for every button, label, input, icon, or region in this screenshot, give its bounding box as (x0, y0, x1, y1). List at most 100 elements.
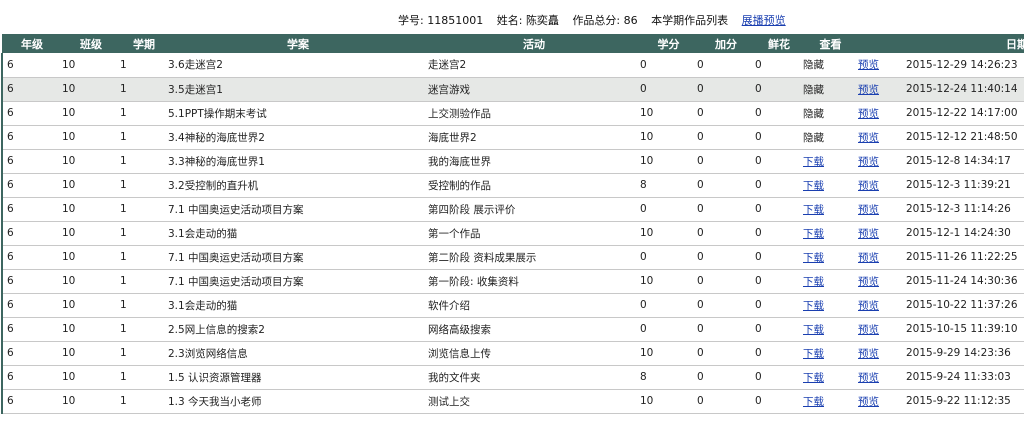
cell-score: 10 (640, 131, 654, 143)
student-name: 姓名: 陈奕矗 (496, 14, 559, 27)
cell-class: 10 (62, 83, 76, 95)
cell-preview[interactable]: 预览 (858, 221, 906, 245)
preview-link[interactable]: 预览 (858, 372, 879, 384)
cell-score: 0 (640, 203, 647, 215)
cell-preview[interactable]: 预览 (858, 365, 906, 389)
download-link[interactable]: 下载 (803, 252, 824, 264)
cell-date: 2015-12-3 11:14:26 (906, 203, 1011, 215)
list-title: 本学期作品列表 (651, 14, 729, 27)
cell-view[interactable]: 下载 (803, 197, 858, 221)
download-link[interactable]: 下载 (803, 372, 824, 384)
cell-view[interactable]: 下载 (803, 221, 858, 245)
cell-bonus: 0 (697, 155, 704, 167)
cell-class: 10 (62, 371, 76, 383)
cell-view[interactable]: 下载 (803, 293, 858, 317)
cell-score: 8 (640, 371, 647, 383)
cell-preview[interactable]: 预览 (858, 149, 906, 173)
download-link[interactable]: 下载 (803, 276, 824, 288)
cell-preview[interactable]: 预览 (858, 125, 906, 149)
cell-activity: 我的海底世界 (428, 155, 491, 168)
cell-bonus: 0 (697, 299, 704, 311)
cell-view[interactable]: 下载 (803, 269, 858, 293)
cell-preview[interactable]: 预览 (858, 173, 906, 197)
cell-activity: 第一阶段: 收集资料 (428, 275, 519, 288)
cell-term: 1 (120, 83, 127, 95)
cell-view[interactable]: 下载 (803, 389, 858, 413)
preview-link[interactable]: 预览 (858, 132, 879, 144)
download-link[interactable]: 下载 (803, 180, 824, 192)
cell-term: 1 (120, 155, 127, 167)
download-link[interactable]: 下载 (803, 348, 824, 360)
preview-link[interactable]: 预览 (858, 300, 879, 312)
preview-link[interactable]: 预览 (858, 84, 879, 96)
preview-all-link[interactable]: 展播预览 (742, 14, 786, 27)
cell-class: 10 (62, 323, 76, 335)
cell-view[interactable]: 下载 (803, 365, 858, 389)
cell-flowers: 0 (755, 203, 762, 215)
cell-class: 10 (62, 299, 76, 311)
preview-link[interactable]: 预览 (858, 396, 879, 408)
download-link[interactable]: 下载 (803, 300, 824, 312)
download-link[interactable]: 下载 (803, 204, 824, 216)
cell-preview[interactable]: 预览 (858, 197, 906, 221)
cell-bonus: 0 (697, 371, 704, 383)
cell-preview[interactable]: 预览 (858, 389, 906, 413)
cell-score: 0 (640, 323, 647, 335)
cell-term: 1 (120, 371, 127, 383)
cell-plan: 3.6走迷宫2 (168, 59, 223, 72)
cell-plan: 2.5网上信息的搜索2 (168, 323, 265, 336)
cell-view[interactable]: 下载 (803, 173, 858, 197)
cell-flowers: 0 (755, 347, 762, 359)
preview-link[interactable]: 预览 (858, 204, 879, 216)
cell-flowers: 0 (755, 323, 762, 335)
cell-preview[interactable]: 预览 (858, 101, 906, 125)
download-link[interactable]: 下载 (803, 396, 824, 408)
cell-preview[interactable]: 预览 (858, 293, 906, 317)
cell-view[interactable]: 下载 (803, 317, 858, 341)
cell-date: 2015-9-29 14:23:36 (906, 347, 1011, 359)
cell-activity: 第四阶段 展示评价 (428, 203, 516, 216)
cell-activity: 迷宫游戏 (428, 83, 470, 96)
preview-link[interactable]: 预览 (858, 180, 879, 192)
cell-term: 1 (120, 395, 127, 407)
preview-link[interactable]: 预览 (858, 156, 879, 168)
cell-class: 10 (62, 251, 76, 263)
cell-preview[interactable]: 预览 (858, 77, 906, 101)
cell-view[interactable]: 下载 (803, 245, 858, 269)
table-row: 6 10 1 2.5网上信息的搜索2 网络高级搜索 0 0 0 下载 预览 2015-10-15 1… (1, 317, 1024, 341)
download-link[interactable]: 下载 (803, 228, 824, 240)
download-link[interactable]: 下载 (803, 324, 824, 336)
preview-link[interactable]: 预览 (858, 252, 879, 264)
cell-view[interactable]: 下载 (803, 341, 858, 365)
cell-flowers: 0 (755, 58, 762, 71)
cell-score: 10 (640, 155, 654, 167)
cell-preview[interactable]: 预览 (858, 269, 906, 293)
cell-view[interactable]: 下载 (803, 149, 858, 173)
preview-link[interactable]: 预览 (858, 348, 879, 360)
cell-flowers: 0 (755, 275, 762, 287)
cell-score: 10 (640, 275, 654, 287)
preview-link[interactable]: 预览 (858, 59, 879, 71)
cell-term: 1 (120, 107, 127, 119)
cell-score: 10 (640, 347, 654, 359)
cell-preview[interactable]: 预览 (858, 53, 906, 77)
cell-preview[interactable]: 预览 (858, 341, 906, 365)
cell-score: 10 (640, 107, 654, 119)
cell-term: 1 (120, 251, 127, 263)
preview-link[interactable]: 预览 (858, 108, 879, 120)
cell-view: 隐藏 (803, 107, 824, 120)
cell-term: 1 (120, 299, 127, 311)
cell-preview[interactable]: 预览 (858, 245, 906, 269)
preview-link[interactable]: 预览 (858, 228, 879, 240)
cell-grade: 6 (1, 53, 62, 77)
download-link[interactable]: 下载 (803, 156, 824, 168)
cell-flowers: 0 (755, 107, 762, 119)
preview-link[interactable]: 预览 (858, 276, 879, 288)
cell-grade: 6 (1, 77, 62, 101)
cell-preview[interactable]: 预览 (858, 317, 906, 341)
cell-term: 1 (120, 58, 127, 71)
cell-flowers: 0 (755, 179, 762, 191)
cell-date: 2015-10-15 11:39:10 (906, 323, 1018, 335)
cell-grade: 6 (1, 245, 62, 269)
preview-link[interactable]: 预览 (858, 324, 879, 336)
